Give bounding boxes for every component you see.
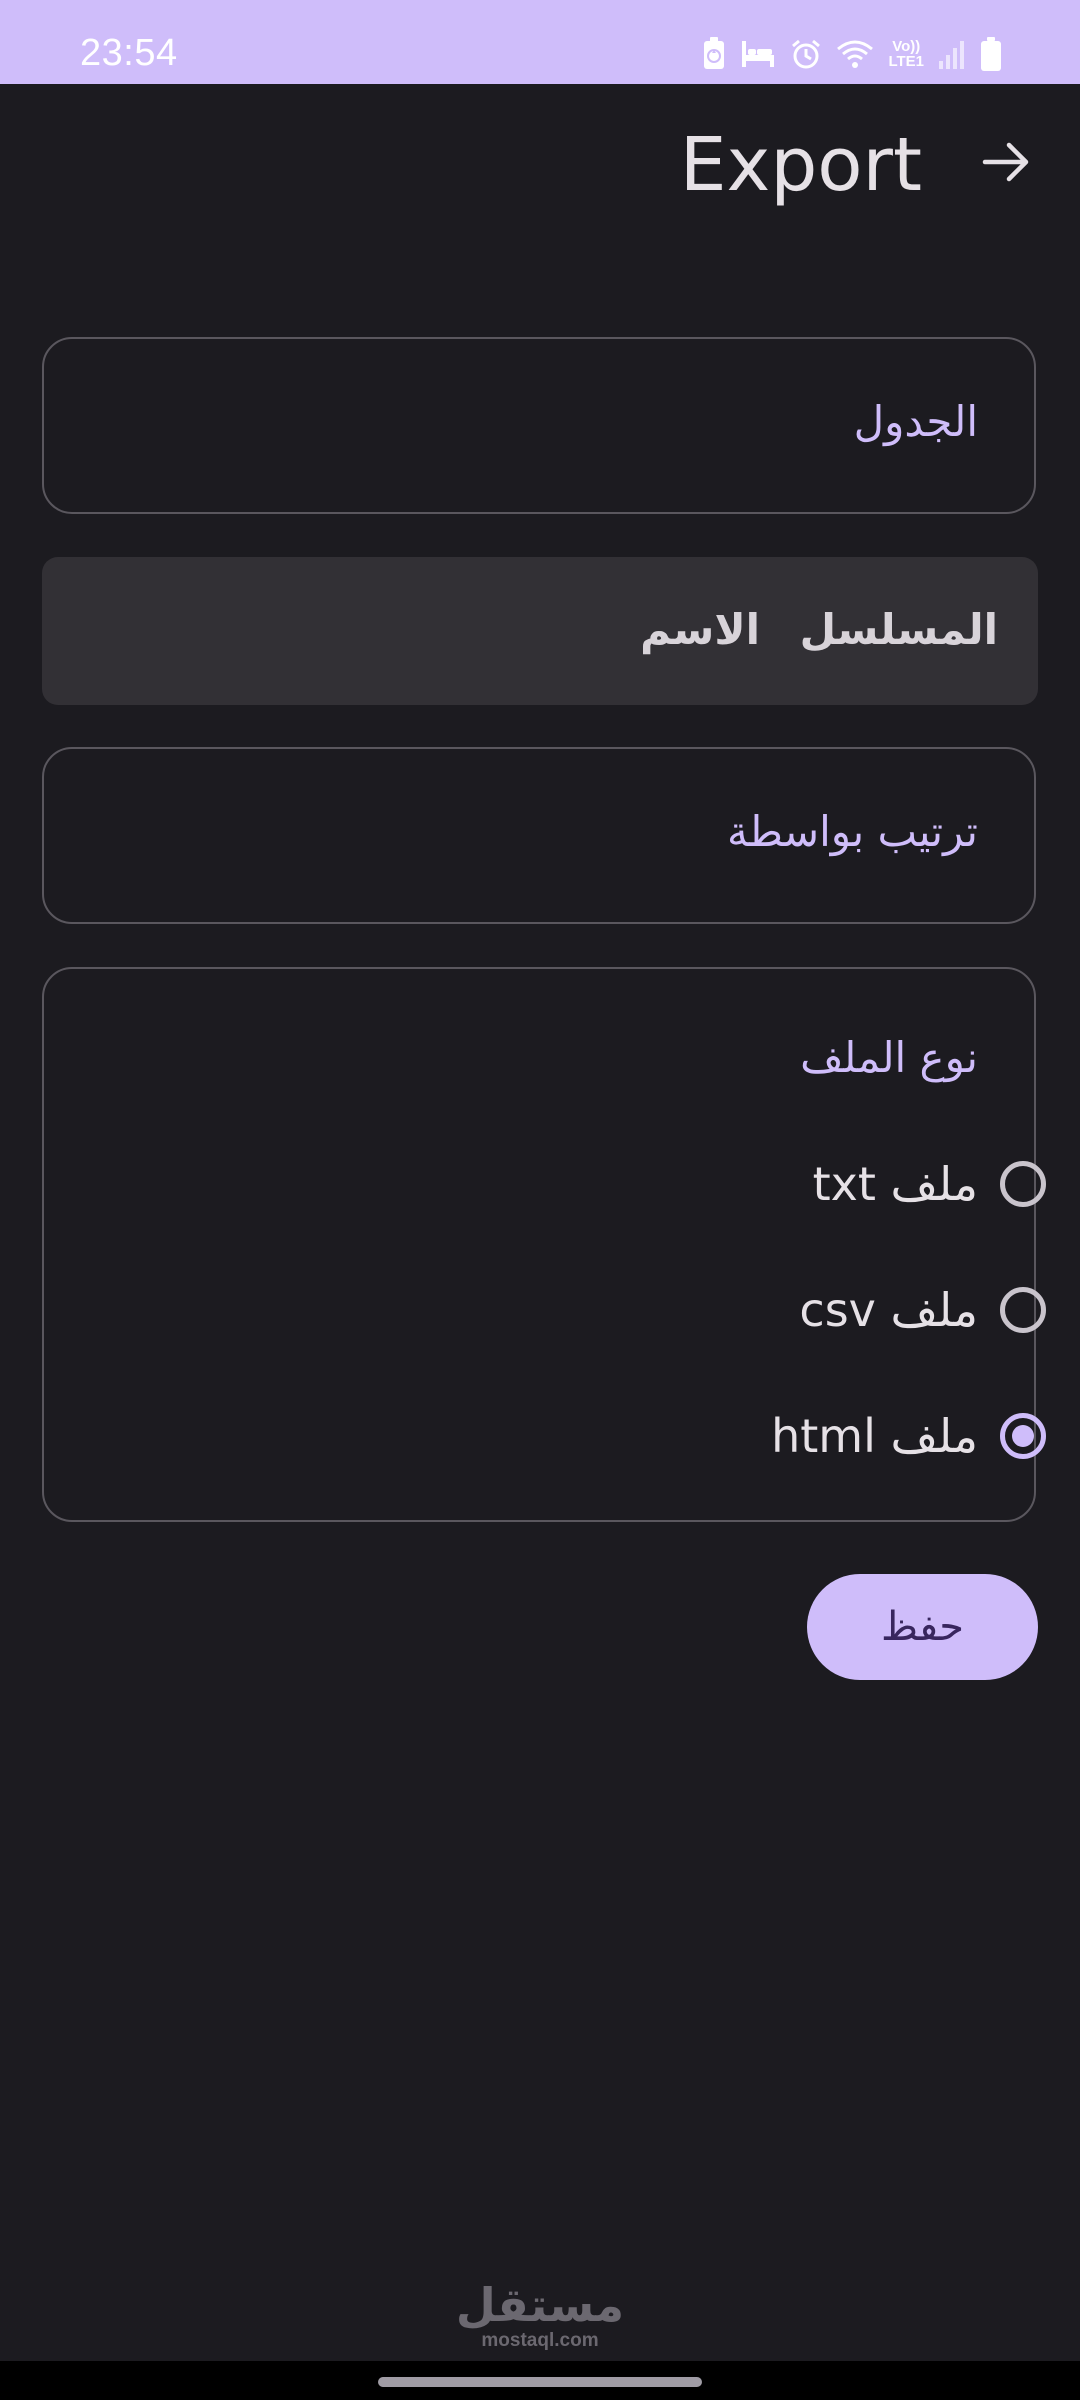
wifi-icon <box>836 39 874 69</box>
file-type-label: نوع الملف <box>800 1033 978 1082</box>
column-header-name[interactable]: الاسم <box>640 605 760 654</box>
radio-label-csv: ملف csv <box>799 1283 978 1337</box>
table-field-label: الجدول <box>853 397 978 446</box>
radio-button-checked[interactable] <box>1000 1413 1046 1459</box>
columns-header-row: المسلسل الاسم <box>42 557 1038 705</box>
signal-icon <box>938 39 966 69</box>
alarm-icon <box>790 38 822 70</box>
radio-button-unchecked[interactable] <box>1000 1161 1046 1207</box>
radio-label-txt: ملف txt <box>812 1157 978 1211</box>
battery-saver-icon <box>702 37 726 71</box>
status-time: 23:54 <box>80 32 178 74</box>
bed-icon <box>740 39 776 69</box>
radio-label-html: ملف html <box>771 1409 978 1463</box>
table-select-field[interactable]: الجدول <box>42 337 1036 514</box>
page-title: Export <box>679 122 922 208</box>
volte-top-text: Vo)) <box>892 38 921 55</box>
top-app-bar: Export <box>0 84 1080 260</box>
watermark-latin: mostaql.com <box>481 2330 599 2351</box>
column-header-serial[interactable]: المسلسل <box>800 605 998 654</box>
sort-field-label: ترتيب بواسطة <box>726 807 978 856</box>
volte-bottom-text: LTE1 <box>888 53 924 70</box>
radio-option-csv[interactable]: ملف csv <box>799 1280 1046 1340</box>
home-gesture-handle[interactable] <box>378 2377 702 2387</box>
navigation-bar <box>0 2361 1080 2400</box>
status-icons: Vo)) LTE1 <box>702 34 1002 74</box>
sort-by-field[interactable]: ترتيب بواسطة <box>42 747 1036 924</box>
status-bar: 23:54 Vo)) LTE1 <box>0 0 1080 84</box>
radio-option-html[interactable]: ملف html <box>771 1406 1046 1466</box>
radio-button-unchecked[interactable] <box>1000 1287 1046 1333</box>
save-button-label: حفظ <box>881 1604 964 1650</box>
watermark: مستقل mostaql.com <box>0 2282 1080 2352</box>
radio-option-txt[interactable]: ملف txt <box>813 1154 1046 1214</box>
back-button[interactable] <box>966 124 1046 204</box>
battery-icon <box>980 37 1002 71</box>
arrow-right-icon <box>979 135 1033 193</box>
volte-icon: Vo)) LTE1 <box>888 39 924 69</box>
save-button[interactable]: حفظ <box>807 1574 1038 1680</box>
watermark-arabic: مستقل <box>455 2278 625 2332</box>
